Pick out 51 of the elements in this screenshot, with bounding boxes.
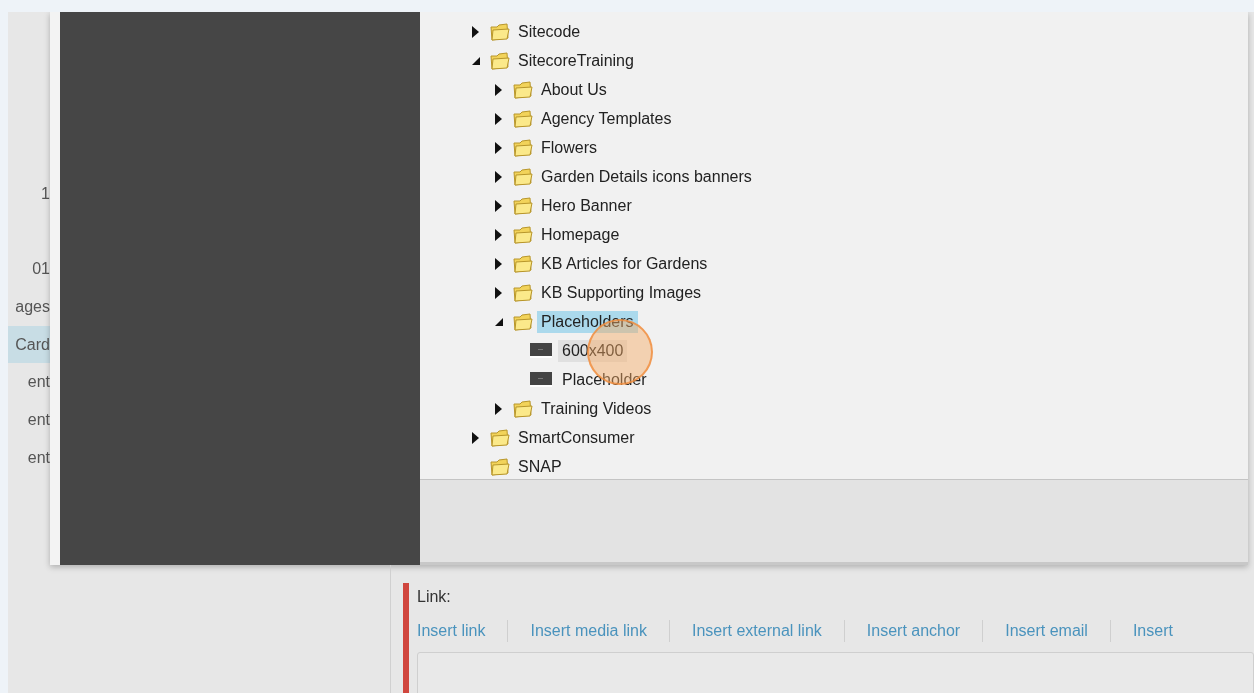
tree-item[interactable]: Placeholders xyxy=(537,310,638,333)
collapse-arrow-icon[interactable] xyxy=(472,56,480,65)
list-item[interactable]: ent xyxy=(8,438,50,477)
tree-item[interactable]: Sitecode xyxy=(514,20,585,43)
tree-item[interactable]: SmartConsumer xyxy=(514,426,639,449)
list-item[interactable]: ages xyxy=(8,288,50,326)
tree-item[interactable]: About Us xyxy=(537,78,611,101)
folder-icon xyxy=(490,457,510,476)
tree-item[interactable]: Homepage xyxy=(537,223,624,246)
list-item[interactable]: 1 xyxy=(8,175,50,213)
folder-icon xyxy=(513,167,533,186)
folder-icon xyxy=(513,254,533,273)
folder-icon xyxy=(513,399,533,418)
expand-arrow-icon[interactable] xyxy=(472,25,479,38)
expand-arrow-icon[interactable] xyxy=(495,402,502,415)
list-item[interactable]: 01 xyxy=(8,250,50,289)
field-label: Link: xyxy=(417,587,452,606)
expand-arrow-icon[interactable] xyxy=(495,141,502,154)
folder-icon xyxy=(513,138,533,157)
tree-item[interactable]: KB Supporting Images xyxy=(537,281,706,304)
expand-arrow-icon[interactable] xyxy=(495,112,502,125)
folder-icon xyxy=(513,225,533,244)
folder-icon xyxy=(490,428,510,447)
folder-icon xyxy=(513,109,533,128)
collapse-arrow-icon[interactable] xyxy=(495,317,503,326)
tree-item[interactable]: Flowers xyxy=(537,136,601,159)
expand-arrow-icon[interactable] xyxy=(495,257,502,270)
tree-item[interactable]: SNAP xyxy=(514,455,566,478)
tree-item[interactable]: Training Videos xyxy=(537,397,656,420)
folder-icon xyxy=(513,80,533,99)
expand-arrow-icon[interactable] xyxy=(495,286,502,299)
tree-item[interactable]: Agency Templates xyxy=(537,107,676,130)
list-item[interactable]: ent xyxy=(8,363,50,402)
list-item[interactable]: ent xyxy=(8,401,50,439)
list-item[interactable]: Card xyxy=(8,325,50,364)
expand-arrow-icon[interactable] xyxy=(472,431,479,444)
expand-arrow-icon[interactable] xyxy=(495,170,502,183)
folder-icon xyxy=(490,22,510,41)
folder-icon xyxy=(490,51,510,70)
folder-icon xyxy=(513,196,533,215)
expand-arrow-icon[interactable] xyxy=(495,199,502,212)
expand-arrow-icon[interactable] xyxy=(495,83,502,96)
item-icon xyxy=(530,372,552,387)
folder-icon xyxy=(513,312,533,331)
folder-icon xyxy=(513,283,533,302)
expand-arrow-icon[interactable] xyxy=(495,228,502,241)
tree-item[interactable]: SitecoreTraining xyxy=(514,49,638,72)
tree-item[interactable]: KB Articles for Gardens xyxy=(537,252,712,275)
item-icon xyxy=(530,343,552,358)
tree-item[interactable]: Hero Banner xyxy=(537,194,636,217)
tree-item[interactable]: Garden Details icons banners xyxy=(537,165,756,188)
